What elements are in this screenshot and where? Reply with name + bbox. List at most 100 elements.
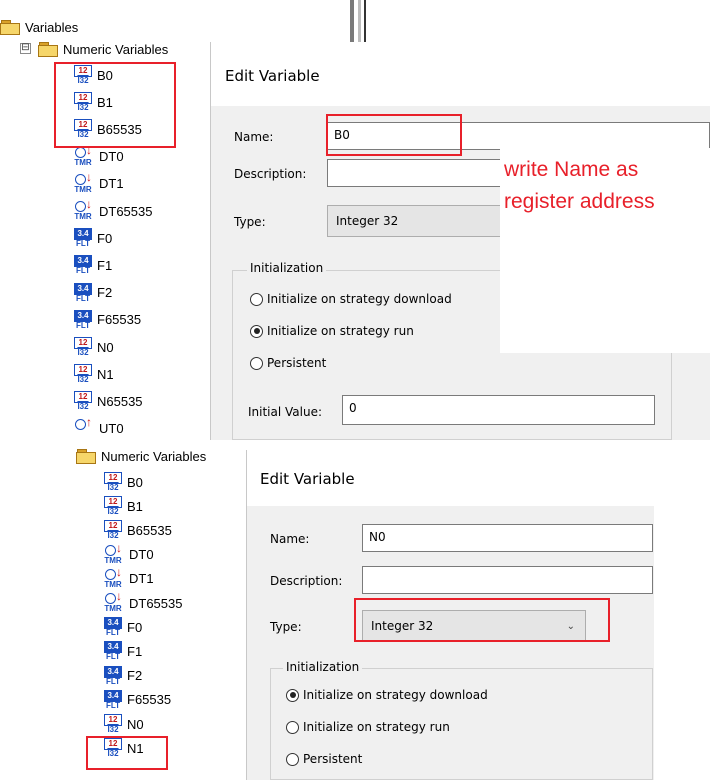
dialog-title: Edit Variable — [260, 470, 355, 488]
radio-persistent[interactable]: Persistent — [286, 752, 362, 766]
radio-run-label: Initialize on strategy run — [303, 720, 450, 734]
annotation-line-2: register address — [504, 190, 655, 213]
tree-item-label: F0 — [97, 230, 113, 246]
tree-root-variables[interactable]: Variables — [0, 16, 78, 38]
description-field[interactable] — [362, 566, 653, 594]
integer-variable-icon: 12 I32 — [104, 472, 122, 492]
type-select[interactable]: Integer 32 ⌄ — [362, 610, 586, 642]
tree-item-label: B65535 — [127, 522, 172, 538]
tree-item-f0[interactable]: 3.4 FLT F0 — [74, 227, 112, 249]
tree-item-label: B1 — [127, 498, 143, 514]
integer-variable-icon: 12 I32 — [104, 738, 122, 758]
tree-item-label: UT0 — [99, 421, 124, 437]
integer-variable-icon: 12 I32 — [74, 337, 92, 357]
radio-button[interactable] — [286, 720, 299, 734]
tree-item-b0[interactable]: 12 I32 B0 — [104, 471, 143, 493]
down-timer-icon: ↓ TMR — [74, 142, 92, 167]
collapse-toggle[interactable]: ⊟ — [20, 43, 31, 54]
tree-item-f0[interactable]: 3.4 FLT F0 — [104, 616, 142, 638]
tree-item-label: DT65535 — [99, 203, 153, 219]
tree-item-dt65535[interactable]: ↓ TMR DT65535 — [104, 589, 183, 614]
tree-item-n1[interactable]: 12 I32 N1 — [104, 737, 144, 759]
tree-item-label: B0 — [127, 474, 143, 490]
tree-item-n1[interactable]: 12 I32 N1 — [74, 363, 114, 385]
radio-button-checked[interactable] — [286, 688, 299, 702]
radio-button[interactable] — [250, 356, 263, 370]
radio-init-download[interactable]: Initialize on strategy download — [250, 292, 452, 306]
tree-item-f65535[interactable]: 3.4 FLT F65535 — [104, 689, 171, 711]
tree-item-label: N1 — [97, 366, 114, 382]
type-value: Integer 32 — [336, 214, 399, 228]
tree-item-label: N0 — [97, 339, 114, 355]
tree-item-n0[interactable]: 12 I32 N0 — [104, 713, 144, 735]
radio-init-run[interactable]: Initialize on strategy run — [286, 720, 450, 734]
name-field[interactable]: N0 — [362, 524, 653, 552]
folder-open-icon — [38, 42, 58, 57]
radio-button-checked[interactable] — [250, 324, 263, 338]
tree-item-label: F1 — [97, 257, 113, 273]
tree-folder-numeric-variables-2[interactable]: Numeric Variables — [76, 445, 206, 467]
float-variable-icon: 3.4 FLT — [104, 665, 122, 686]
radio-persistent[interactable]: Persistent — [250, 356, 326, 370]
description-label: Description: — [234, 167, 307, 181]
integer-variable-icon: 12 I32 — [74, 92, 92, 112]
tree-item-ut0[interactable]: ↑ UT0 — [74, 416, 124, 440]
tree-item-label: F2 — [127, 668, 143, 684]
tree-item-label: DT65535 — [129, 595, 183, 611]
integer-variable-icon: 12 I32 — [74, 119, 92, 139]
type-label: Type: — [234, 215, 266, 229]
tree-item-label: B0 — [97, 67, 113, 83]
tree-item-f65535[interactable]: 3.4 FLT F65535 — [74, 309, 141, 331]
initial-value-field[interactable]: 0 — [342, 395, 655, 425]
float-variable-icon: 3.4 FLT — [104, 689, 122, 710]
chevron-down-icon: ⌄ — [566, 621, 575, 632]
type-select[interactable]: Integer 32 — [327, 205, 527, 237]
radio-init-download[interactable]: Initialize on strategy download — [286, 688, 488, 702]
tree-item-label: DT1 — [99, 176, 124, 192]
tree-item-label: F65535 — [97, 312, 142, 328]
tree-item-b0[interactable]: 12 I32 B0 — [74, 64, 113, 86]
tree-item-f2[interactable]: 3.4 FLT F2 — [74, 282, 112, 304]
tree-item-b65535[interactable]: 12 I32 B65535 — [74, 118, 142, 140]
type-label: Type: — [270, 620, 302, 634]
tree-item-label: N0 — [127, 716, 144, 732]
tree-item-label: N1 — [127, 740, 144, 756]
tree-item-n0[interactable]: 12 I32 N0 — [74, 336, 114, 358]
radio-run-label: Initialize on strategy run — [267, 324, 414, 338]
type-value: Integer 32 — [371, 619, 434, 633]
annotation-line-1: write Name as — [504, 158, 639, 181]
float-variable-icon: 3.4 FLT — [74, 255, 92, 276]
down-timer-icon: ↓ TMR — [104, 564, 122, 589]
tree-item-b65535[interactable]: 12 I32 B65535 — [104, 519, 172, 541]
tree-item-dt0[interactable]: ↓ TMR DT0 — [104, 542, 153, 566]
radio-button[interactable] — [250, 292, 263, 306]
integer-variable-icon: 12 I32 — [104, 520, 122, 540]
tree-item-dt1[interactable]: ↓ TMR DT1 — [104, 564, 154, 590]
radio-button[interactable] — [286, 752, 299, 766]
tree-item-f1[interactable]: 3.4 FLT F1 — [104, 640, 142, 662]
tree-folder-numeric-variables[interactable]: Numeric Variables — [38, 38, 168, 60]
float-variable-icon: 3.4 FLT — [74, 309, 92, 330]
tree-item-f1[interactable]: 3.4 FLT F1 — [74, 254, 112, 276]
folder-open-icon — [76, 449, 96, 464]
bottom-panel: Numeric Variables 12 I32 B0 12 I32 B1 12 I32 B65… — [0, 440, 710, 780]
down-timer-icon: ↓ TMR — [104, 589, 122, 613]
float-variable-icon: 3.4 FLT — [104, 641, 122, 662]
tree-item-f2[interactable]: 3.4 FLT F2 — [104, 665, 142, 687]
tree-item-n65535[interactable]: 12 I32 N65535 — [74, 390, 143, 412]
tree-folder-label: Numeric Variables — [101, 448, 207, 464]
tree-item-label: F0 — [127, 619, 143, 635]
tree-item-dt65535[interactable]: ↓ TMR DT65535 — [74, 198, 153, 222]
tree-item-label: DT1 — [129, 571, 154, 587]
tree-item-dt0[interactable]: ↓ TMR DT0 — [74, 142, 123, 168]
edit-variable-dialog-bottom: Edit Variable Name: N0 Description: Type… — [246, 450, 654, 780]
tree-item-b1[interactable]: 12 I32 B1 — [74, 91, 113, 113]
radio-persistent-label: Persistent — [303, 752, 363, 766]
name-field[interactable]: B0 — [327, 122, 710, 150]
radio-init-run[interactable]: Initialize on strategy run — [250, 324, 414, 338]
tree-item-b1[interactable]: 12 I32 B1 — [104, 495, 143, 517]
initialization-group-title: Initialization — [247, 261, 327, 275]
name-label: Name: — [234, 130, 274, 144]
name-label: Name: — [270, 532, 310, 546]
tree-item-dt1[interactable]: ↓ TMR DT1 — [74, 171, 124, 195]
